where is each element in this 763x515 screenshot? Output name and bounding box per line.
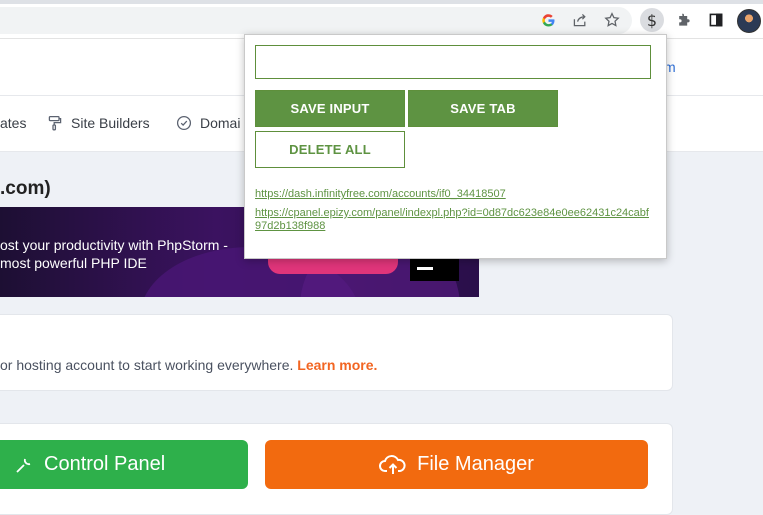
- page-title: .com): [0, 178, 51, 199]
- file-manager-label: File Manager: [417, 453, 534, 475]
- nav-item-label: Site Builders: [71, 115, 150, 131]
- learn-more-link[interactable]: Learn more.: [297, 357, 377, 373]
- lead-input[interactable]: [255, 45, 651, 79]
- wrench-icon: [14, 455, 34, 475]
- avatar[interactable]: [737, 9, 761, 33]
- promo-text-line1: ost your productivity with PhpStorm -: [0, 237, 228, 253]
- info-card-text: or hosting account to start working ever…: [0, 357, 377, 373]
- info-card: or hosting account to start working ever…: [0, 314, 673, 391]
- star-icon[interactable]: [601, 9, 623, 31]
- cloud-upload-icon: [379, 453, 407, 477]
- check-circle-icon: [176, 115, 192, 131]
- nav-item-label: Domai: [200, 115, 241, 131]
- share-icon[interactable]: [569, 9, 591, 31]
- nav-item-domains[interactable]: Domai: [176, 115, 240, 131]
- google-icon[interactable]: [537, 9, 559, 31]
- side-panel-icon[interactable]: [705, 9, 727, 31]
- delete-all-button[interactable]: DELETE ALL: [255, 131, 405, 168]
- save-input-button[interactable]: SAVE INPUT: [255, 90, 405, 127]
- tab-strip: [0, 0, 763, 4]
- saved-links-list: https://dash.infinityfree.com/accounts/i…: [255, 188, 655, 239]
- paint-roller-icon: [47, 115, 63, 131]
- nav-item-label: ates: [0, 115, 27, 131]
- control-panel-button[interactable]: Control Panel: [0, 440, 248, 489]
- saved-link[interactable]: https://cpanel.epizy.com/panel/indexpl.p…: [255, 207, 655, 233]
- extension-popup: SAVE INPUT SAVE TAB DELETE ALL https://d…: [244, 34, 667, 259]
- dollar-extension-icon[interactable]: $: [640, 8, 664, 32]
- control-panel-label: Control Panel: [44, 453, 166, 475]
- puzzle-icon[interactable]: [673, 9, 695, 31]
- nav-item-templates[interactable]: ates: [0, 115, 26, 131]
- saved-link[interactable]: https://dash.infinityfree.com/accounts/i…: [255, 188, 655, 201]
- promo-logo-mark: [417, 267, 433, 270]
- nav-item-site-builders[interactable]: Site Builders: [47, 115, 150, 131]
- promo-text-line2: most powerful PHP IDE: [0, 255, 147, 271]
- file-manager-button[interactable]: File Manager: [265, 440, 648, 489]
- info-card-message: or hosting account to start working ever…: [0, 357, 294, 373]
- save-tab-button[interactable]: SAVE TAB: [408, 90, 558, 127]
